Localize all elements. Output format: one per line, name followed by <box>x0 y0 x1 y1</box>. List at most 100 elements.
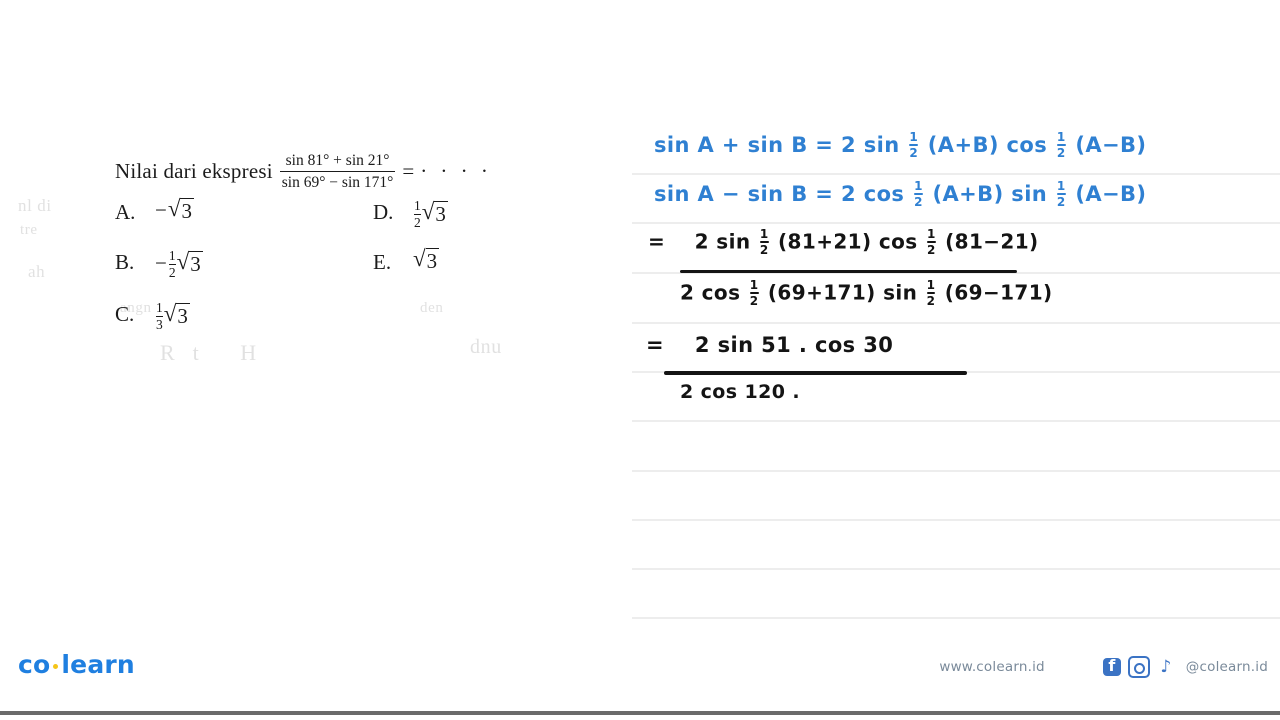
facebook-icon[interactable] <box>1102 656 1121 676</box>
option-b[interactable]: B. − 1 2 √ 3 <box>115 248 203 280</box>
formula-sum-lhs: sin A + sin B = <box>654 133 834 157</box>
ruled-line <box>632 173 1280 175</box>
radicand: 3 <box>434 201 448 227</box>
formula-diff-rhs-b: (A+B) sin <box>932 182 1048 206</box>
ghost-text: Rt H <box>160 340 275 365</box>
question-stem-text: Nilai dari ekspresi <box>115 159 273 183</box>
instagram-icon[interactable] <box>1127 656 1150 678</box>
answer-blank-dots: · · · · <box>420 159 492 183</box>
fraction-denominator: 2 <box>926 243 936 257</box>
minus-sign: − <box>155 250 167 275</box>
handwritten-step3-numerator: = 2 sin 51 . cos 30 <box>646 333 893 357</box>
step2-den-b: (69+171) sin <box>767 280 918 305</box>
step3-denominator-text: 2 cos 120 . <box>680 381 800 403</box>
ruled-line <box>632 519 1280 521</box>
formula-sum-rhs-a: 2 sin <box>841 133 900 157</box>
radical-expression: √ 3 <box>413 246 440 272</box>
formula-sum-rhs-c: (A−B) <box>1075 133 1147 157</box>
fraction-denominator: 2 <box>926 294 936 308</box>
one-half-fraction: 1 2 <box>1056 130 1066 160</box>
fraction-denominator: 2 <box>414 214 421 230</box>
fraction-numerator: 1 <box>759 227 769 241</box>
minus-sign: − <box>155 198 167 222</box>
option-b-label: B. <box>115 250 135 274</box>
fraction-numerator: 1 <box>168 248 176 263</box>
one-half-fraction: 1 2 <box>1056 180 1066 208</box>
fraction-numerator: 1 <box>926 227 936 241</box>
bottom-divider <box>0 711 1280 715</box>
equals-sign: = <box>646 333 664 357</box>
equals-sign: = <box>648 229 666 254</box>
ruled-line <box>632 420 1280 422</box>
fraction-numerator: 1 <box>909 130 919 144</box>
brand-dot-icon <box>53 664 59 669</box>
radical-sign: √ <box>413 246 426 271</box>
ruled-line <box>632 322 1280 324</box>
handwritten-step2-numerator: = 2 sin 1 2 (81+21) cos 1 2 (81−21) <box>648 227 1039 257</box>
ruled-line <box>632 568 1280 570</box>
option-e-label: E. <box>373 250 392 274</box>
step2-den-c: (69−171) <box>944 280 1053 305</box>
radicand: 3 <box>180 198 194 224</box>
option-c[interactable]: C. 1 3 √ 3 <box>115 300 190 332</box>
footer-social-handle: @colearn.id <box>1185 659 1268 675</box>
fraction-numerator: 1 <box>156 300 163 315</box>
handwritten-formula-difference: sin A − sin B = 2 cos 1 2 (A+B) sin 1 2 … <box>654 180 1147 209</box>
formula-diff-lhs: sin A − sin B = <box>654 182 834 206</box>
fraction-denominator: 2 <box>909 146 919 160</box>
handwritten-step3-denominator: 2 cos 120 . <box>680 381 800 403</box>
one-half-fraction: 1 2 <box>909 130 919 160</box>
fraction-numerator: sin 81° + sin 21° <box>285 152 390 169</box>
question-pane: nl di tre ah angn den Rt H dnu Nilai dar… <box>0 0 632 620</box>
ruled-line <box>632 222 1280 224</box>
option-a-label: A. <box>115 200 136 224</box>
footer-links: www.colearn.id ♪ @colearn.id <box>939 656 1268 678</box>
option-d-label: D. <box>373 200 394 224</box>
option-d[interactable]: D. 1 2 √ 3 <box>373 198 448 230</box>
fraction-bar <box>279 170 396 173</box>
brand-text-co: co <box>18 650 51 679</box>
fraction-numerator: 1 <box>414 198 421 213</box>
page-footer: co learn www.colearn.id ♪ @colearn.id <box>0 620 1280 711</box>
option-e[interactable]: E. √ 3 <box>373 246 440 275</box>
ghost-text: ah <box>28 262 46 281</box>
fraction-denominator: 2 <box>1056 146 1066 160</box>
option-b-value: − 1 2 √ 3 <box>155 248 203 280</box>
formula-diff-rhs-c: (A−B) <box>1075 182 1147 206</box>
tiktok-icon[interactable]: ♪ <box>1157 658 1175 676</box>
ghost-text: dnu <box>470 336 502 358</box>
fraction-denominator: 2 <box>168 264 176 280</box>
fraction-denominator: sin 69° − sin 171° <box>281 173 394 191</box>
scan-bleedthrough-layer: nl di tre ah angn den Rt H dnu <box>0 0 632 620</box>
radical-expression: √ 3 <box>168 197 194 224</box>
handwritten-fraction-bar-step2 <box>680 270 1017 274</box>
handwritten-working-pane: sin A + sin B = 2 sin 1 2 (A+B) cos 1 2 … <box>632 0 1280 620</box>
formula-diff-rhs-a: 2 cos <box>841 182 905 206</box>
fraction-denominator: 2 <box>914 195 923 209</box>
footer-website-url[interactable]: www.colearn.id <box>939 659 1044 675</box>
step2-num-c: (81−21) <box>945 229 1039 254</box>
option-d-value: 1 2 √ 3 <box>413 198 448 229</box>
fraction-numerator: 1 <box>1056 130 1066 144</box>
option-c-label: C. <box>115 302 135 326</box>
option-c-value: 1 3 √ 3 <box>155 300 190 331</box>
option-a[interactable]: A. − √ 3 <box>115 197 194 225</box>
colearn-logo[interactable]: co learn <box>18 650 135 679</box>
one-half-fraction: 1 2 <box>926 227 936 257</box>
step2-den-a: 2 cos <box>680 280 741 305</box>
ruled-line <box>632 470 1280 472</box>
radicand: 3 <box>176 303 190 329</box>
question-expression-fraction: sin 81° + sin 21° sin 69° − sin 171° <box>279 152 396 191</box>
fraction-denominator: 2 <box>759 243 769 257</box>
one-half-fraction: 1 2 <box>926 278 936 308</box>
brand-text-learn: learn <box>61 650 135 679</box>
formula-sum-rhs-b: (A+B) cos <box>927 133 1048 157</box>
one-half-fraction: 1 2 <box>914 180 923 208</box>
radicand: 3 <box>189 251 203 277</box>
handwritten-formula-sum: sin A + sin B = 2 sin 1 2 (A+B) cos 1 2 … <box>654 130 1147 160</box>
ghost-text: den <box>420 300 444 316</box>
coefficient-fraction: 1 2 <box>414 199 421 229</box>
option-e-value: √ 3 <box>413 246 440 272</box>
fraction-numerator: 1 <box>926 278 936 292</box>
ghost-text: nl di <box>18 196 52 215</box>
